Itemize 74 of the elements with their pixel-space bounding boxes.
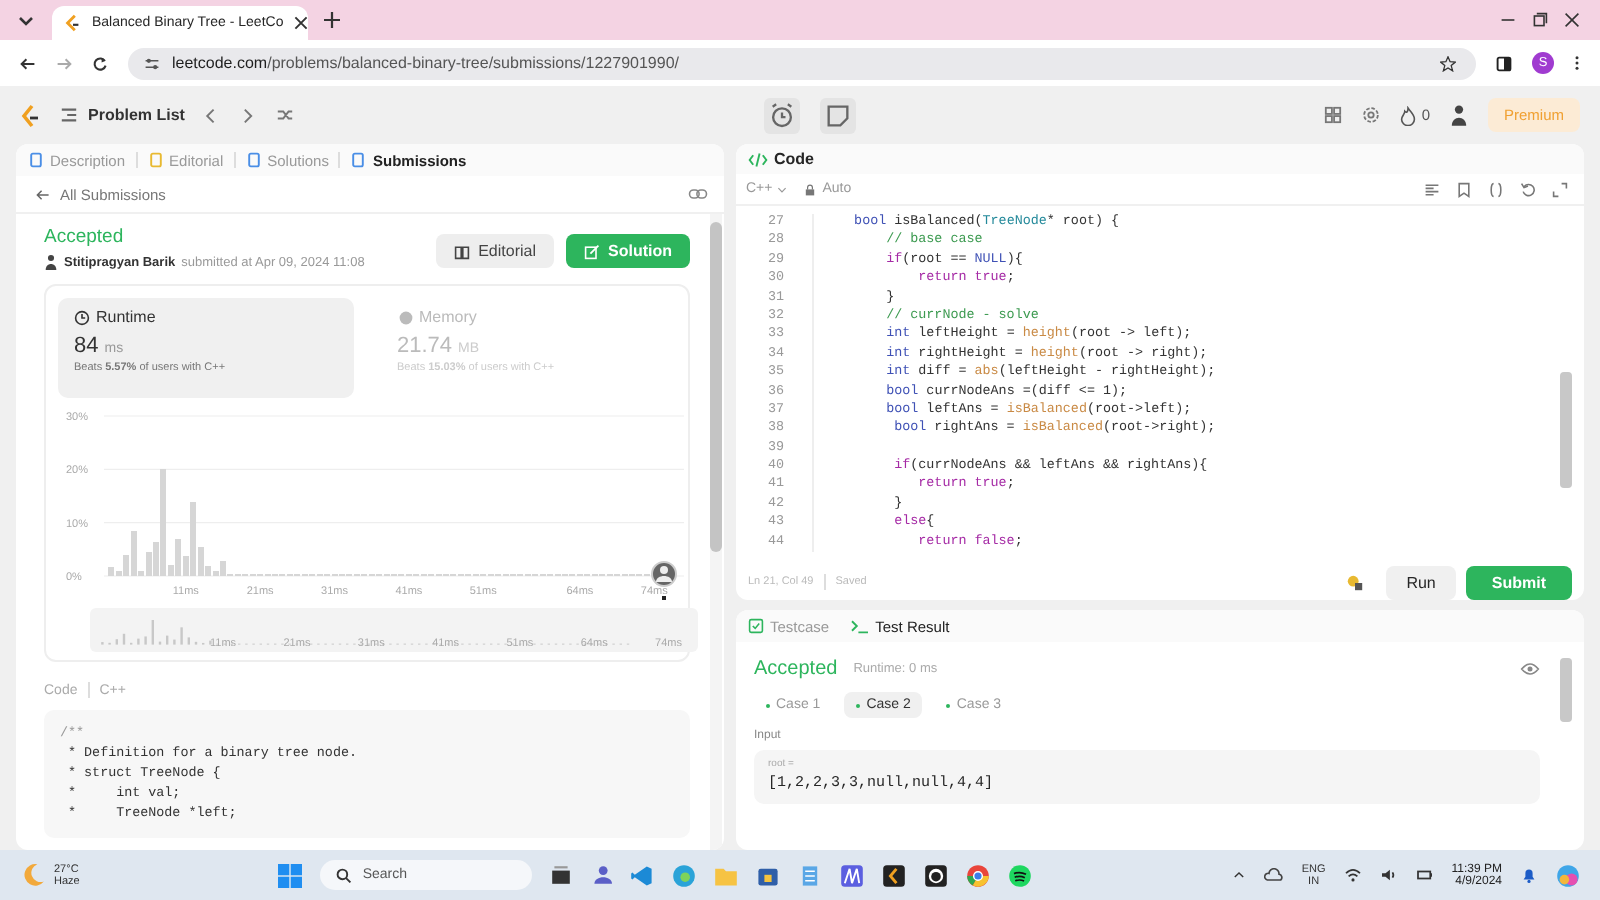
cloud-icon[interactable]: [1263, 868, 1284, 882]
chip-icon: [397, 309, 413, 325]
task-view-icon[interactable]: [550, 864, 573, 886]
start-icon[interactable]: [278, 863, 303, 887]
browser-icon[interactable]: [966, 863, 991, 887]
flame-icon: [1399, 105, 1416, 125]
back-arrow-icon: [36, 187, 50, 201]
eye-icon[interactable]: [1520, 662, 1540, 676]
metric-label: Memory: [419, 308, 477, 326]
site-logo-icon: [64, 14, 82, 32]
bell-icon[interactable]: [1520, 866, 1539, 884]
address-bar[interactable]: leetcode.com/problems/balanced-binary-tree/submissions/1227901990/: [128, 47, 1476, 79]
list-icon: [60, 106, 78, 124]
music-app-icon[interactable]: [1008, 863, 1033, 887]
url-text: leetcode.com/problems/balanced-binary-tree/submissions/1227901990/: [172, 54, 679, 72]
avatar: [44, 254, 58, 270]
new-tab-icon[interactable]: [324, 12, 340, 28]
link-icon[interactable]: [688, 186, 708, 202]
result-status: Accepted: [754, 658, 838, 680]
checkbox-icon: [748, 618, 764, 634]
volume-icon[interactable]: [1379, 868, 1398, 882]
assistant-icon[interactable]: [1556, 863, 1581, 887]
avatar[interactable]: [1450, 104, 1468, 126]
submission-status: Accepted: [44, 226, 126, 248]
problem-list-button[interactable]: Problem List: [60, 106, 185, 124]
shuffle-icon[interactable]: [276, 106, 295, 124]
metric-value: 84: [74, 334, 99, 358]
note-icon[interactable]: [819, 97, 856, 133]
alarm-clock-icon[interactable]: [763, 97, 800, 133]
settings-icon[interactable]: [1361, 106, 1380, 124]
bookmark-icon[interactable]: [1456, 181, 1472, 197]
metric-label: Runtime: [96, 308, 156, 326]
wifi-icon[interactable]: [1343, 868, 1362, 882]
people-icon[interactable]: [590, 864, 613, 886]
tab-icon: [147, 152, 164, 168]
clock-icon: [74, 309, 90, 325]
sidebar-icon[interactable]: [1496, 55, 1512, 71]
debug-icon[interactable]: [1346, 573, 1365, 591]
close-icon[interactable]: [1564, 12, 1580, 28]
site-settings-icon: [144, 55, 160, 71]
format-icon[interactable]: [1424, 181, 1440, 197]
back-icon[interactable]: [20, 55, 36, 71]
tab-icon: [350, 152, 367, 168]
editorial-button[interactable]: Editorial: [436, 234, 554, 268]
battery-icon[interactable]: [1415, 868, 1434, 882]
app-icon[interactable]: [882, 863, 907, 887]
close-icon[interactable]: [293, 16, 308, 30]
panel-title: Code: [774, 150, 814, 168]
scrollbar[interactable]: [710, 214, 722, 850]
braces-icon[interactable]: [1488, 181, 1504, 197]
code-editor-icon[interactable]: [630, 863, 655, 887]
expand-icon[interactable]: [1552, 181, 1568, 197]
tab-icon: [28, 152, 44, 168]
chevron-up-icon[interactable]: [1231, 868, 1246, 882]
site-logo-icon[interactable]: [20, 103, 40, 127]
lock-icon: [804, 183, 817, 195]
store-icon[interactable]: [756, 863, 781, 887]
reset-icon[interactable]: [1520, 181, 1536, 197]
reload-icon[interactable]: [92, 55, 108, 71]
code-icon: [748, 151, 768, 167]
menu-icon[interactable]: [1574, 54, 1580, 72]
metric-value: 21.74: [397, 334, 453, 358]
notepad-icon[interactable]: [798, 863, 823, 887]
run-button[interactable]: Run: [1386, 565, 1456, 599]
tab-icon: [245, 152, 262, 168]
next-icon[interactable]: [240, 107, 257, 123]
edit-icon: [584, 243, 600, 259]
search-icon: [336, 867, 353, 883]
caret-icon: [776, 183, 789, 195]
book-icon: [454, 243, 471, 259]
terminal-icon: [849, 618, 870, 634]
layout-icon[interactable]: [1323, 106, 1342, 124]
restore-icon[interactable]: [1532, 12, 1548, 28]
star-icon[interactable]: [1440, 55, 1456, 71]
